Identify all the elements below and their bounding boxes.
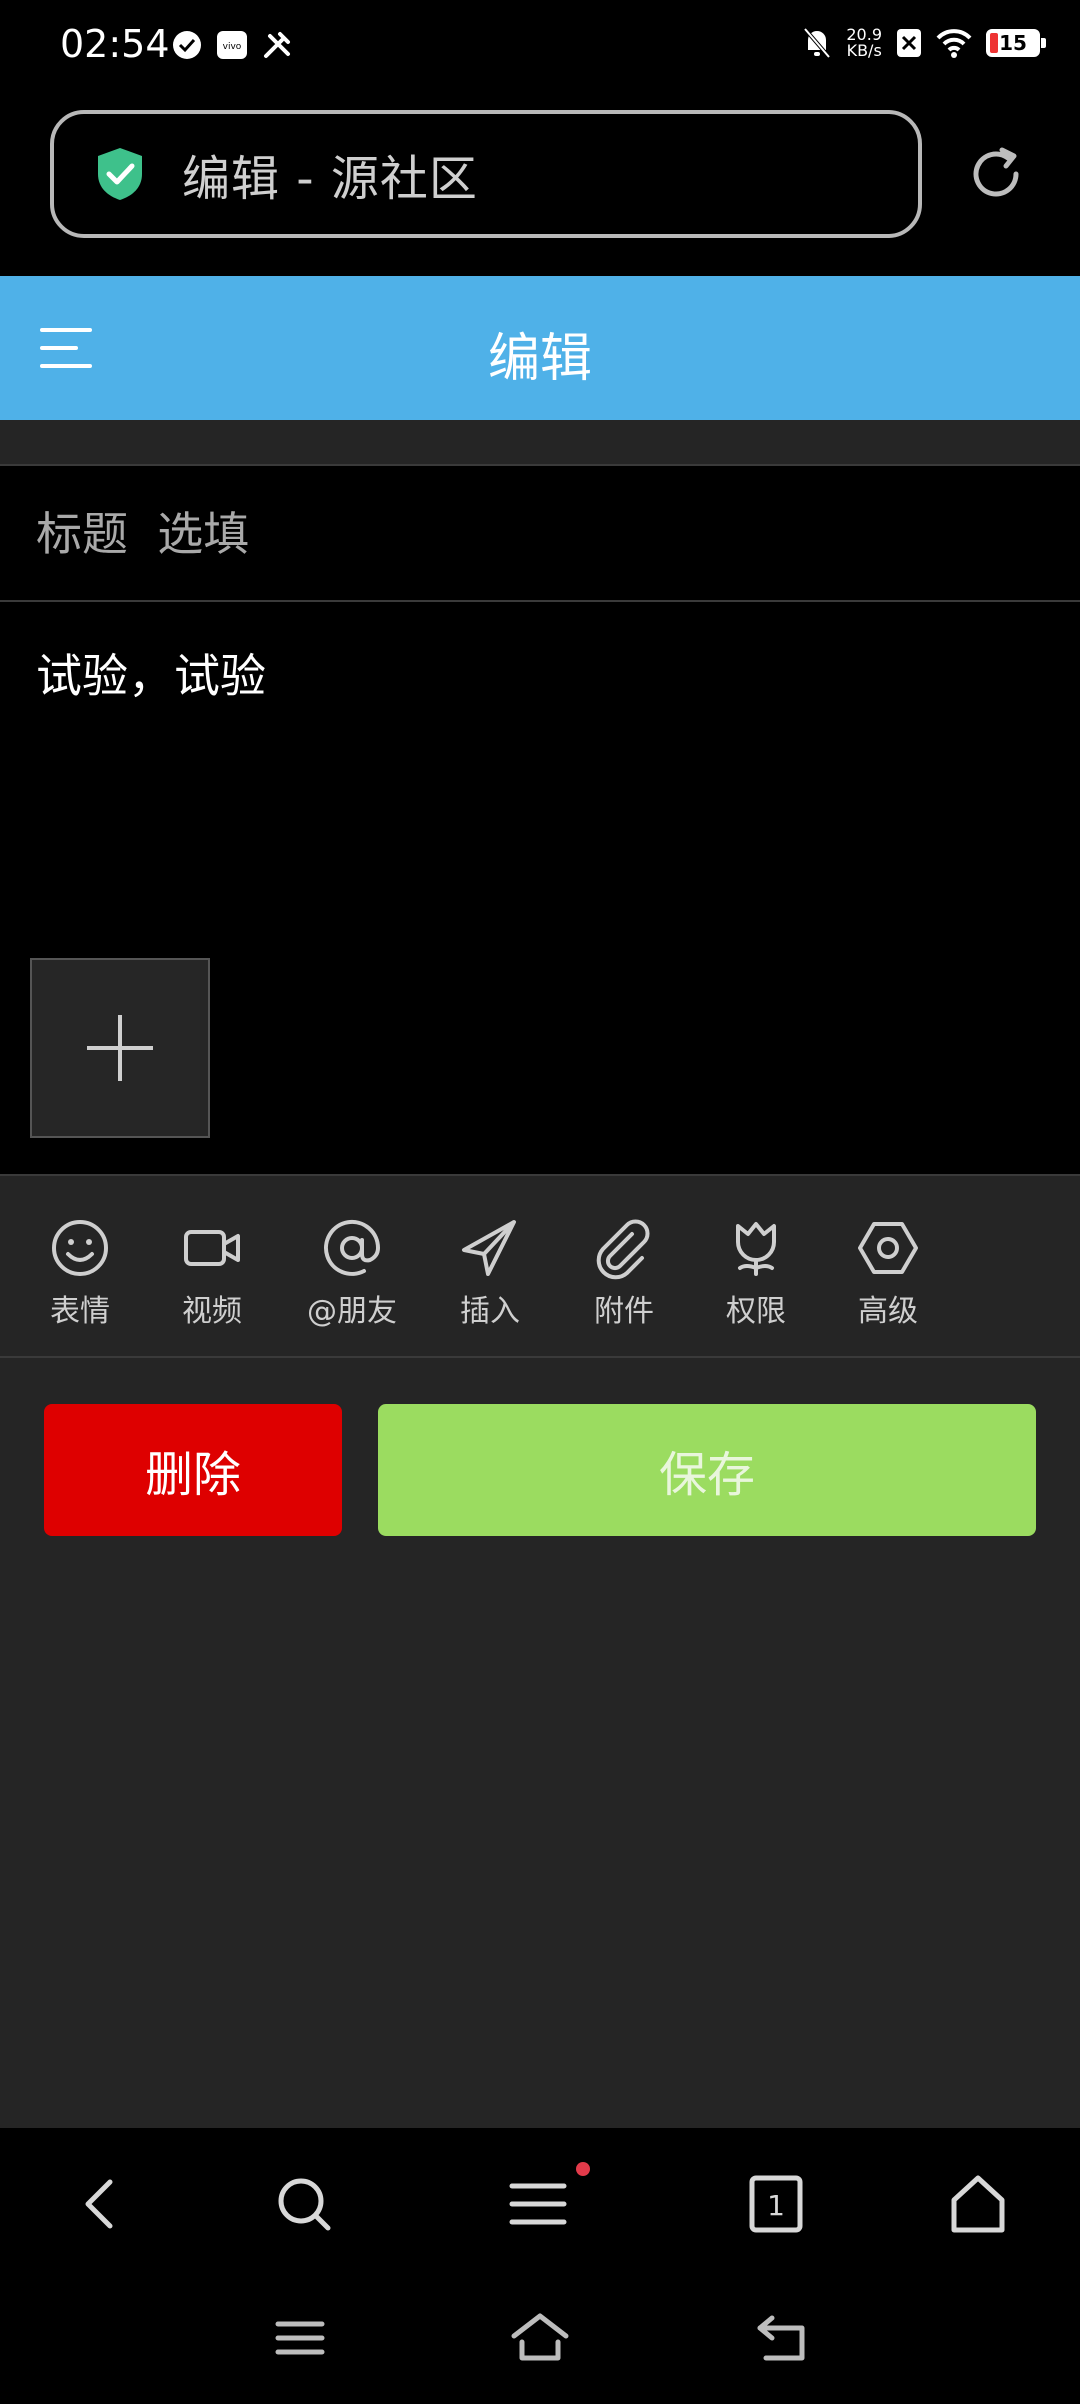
tulip-icon [736, 1222, 776, 1276]
tab-count: 1 [767, 2189, 785, 2222]
action-area: 删除 保存 [0, 1358, 1080, 2128]
editor-toolbar: 表情 视频 @朋友 插入 附件 权限 高级 [0, 1174, 1080, 1358]
content-text[interactable]: 试验，试验 [36, 640, 266, 706]
check-circle-icon [173, 31, 201, 59]
browser-bottom-nav: 1 [0, 2128, 1080, 2278]
wifi-icon [936, 29, 972, 58]
plus-icon [87, 1015, 153, 1081]
shield-check-icon [98, 148, 142, 200]
separator-band [0, 420, 1080, 466]
status-time: 02:54 [60, 22, 170, 66]
back-icon[interactable] [70, 2172, 134, 2236]
recents-icon[interactable] [270, 2310, 330, 2366]
page-header: 编辑 [0, 276, 1080, 420]
net-speed: 20.9 KB/s [846, 27, 882, 59]
title-input[interactable] [36, 502, 1036, 566]
tool-label: 高级 [858, 1294, 918, 1329]
system-nav-bar [0, 2278, 1080, 2404]
search-icon[interactable] [272, 2172, 336, 2236]
tool-label: 插入 [460, 1294, 520, 1329]
add-media-button[interactable] [30, 958, 210, 1138]
tool-mention[interactable]: @朋友 [286, 1216, 418, 1330]
content-editor[interactable]: 试验，试验 [0, 604, 1080, 1174]
tool-permission[interactable]: 权限 [690, 1216, 822, 1330]
home-outline-icon[interactable] [510, 2310, 570, 2366]
tool-label: @朋友 [307, 1294, 397, 1329]
page-title: 编辑 [487, 329, 592, 389]
tool-label: 表情 [50, 1294, 110, 1329]
status-bar: 02:54 vivo 20.9 KB/s 15 [0, 0, 1080, 96]
tools-icon [264, 32, 290, 58]
at-icon [324, 1219, 381, 1276]
hex-gear-icon [858, 1222, 918, 1274]
svg-text:vivo: vivo [223, 42, 242, 52]
video-icon [184, 1230, 240, 1266]
net-speed-unit: KB/s [846, 41, 882, 60]
save-button[interactable]: 保存 [378, 1404, 1036, 1536]
paperclip-icon [596, 1219, 650, 1280]
emoji-icon [52, 1220, 108, 1276]
tool-label: 视频 [182, 1294, 242, 1329]
tool-video[interactable]: 视频 [146, 1216, 278, 1330]
tool-label: 附件 [594, 1294, 654, 1329]
tabs-icon[interactable]: 1 [744, 2172, 808, 2236]
vivo-icon: vivo [217, 31, 247, 59]
bell-off-icon [803, 27, 831, 59]
home-icon[interactable] [946, 2172, 1010, 2236]
tool-advanced[interactable]: 高级 [822, 1216, 954, 1330]
battery-level: 15 [999, 31, 1027, 55]
tool-emoji[interactable]: 表情 [14, 1216, 146, 1330]
paper-plane-icon [462, 1220, 516, 1276]
tool-attachment[interactable]: 附件 [558, 1216, 690, 1330]
tool-insert[interactable]: 插入 [424, 1216, 556, 1330]
status-left-icons: vivo [172, 30, 294, 60]
menu-lines-icon[interactable] [506, 2172, 570, 2236]
address-page-title: 编辑 - 源社区 [182, 151, 478, 207]
back-arrow-icon[interactable] [752, 2310, 812, 2366]
title-field-row [0, 468, 1080, 602]
address-bar[interactable]: 编辑 - 源社区 [50, 110, 922, 238]
browser-address-area: 编辑 - 源社区 [0, 96, 1080, 276]
battery-icon: 15 [986, 29, 1046, 57]
reload-icon[interactable] [964, 142, 1028, 206]
tool-label: 权限 [726, 1294, 786, 1329]
sim-off-icon [897, 29, 921, 57]
menu-notification-dot [576, 2162, 590, 2176]
delete-button[interactable]: 删除 [44, 1404, 342, 1536]
status-right-icons: 20.9 KB/s 15 [802, 26, 1046, 60]
